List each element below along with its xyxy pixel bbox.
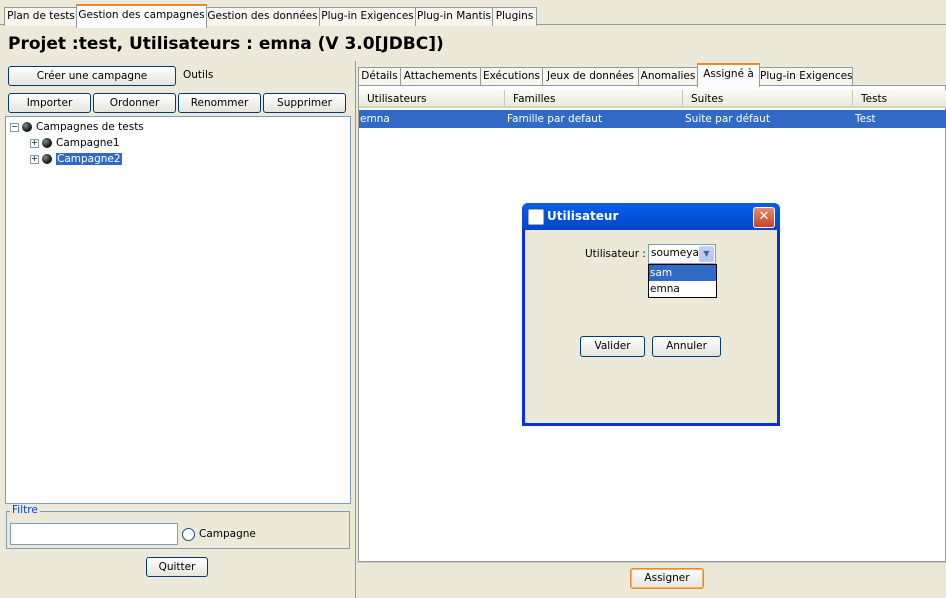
page-title: Projet :test, Utilisateurs : emna (V 3.0…	[8, 34, 444, 54]
create-campaign-button[interactable]: Créer une campagne	[8, 66, 176, 86]
quit-button[interactable]: Quitter	[146, 557, 208, 577]
tree-item-label: Campagne2	[56, 153, 122, 165]
tab-gestion-des-donnees[interactable]: Gestion des données	[205, 7, 320, 26]
tab-details[interactable]: Détails	[358, 67, 401, 86]
dialog-title: Utilisateur	[547, 209, 619, 223]
tree-root[interactable]: − Campagnes de tests	[10, 120, 144, 134]
column-header-tests[interactable]: Tests	[853, 90, 946, 108]
cell-suite: Suite par défaut	[685, 113, 770, 125]
validate-button[interactable]: Valider	[580, 336, 645, 357]
user-select[interactable]: soumeya ▼	[648, 244, 716, 264]
tab-plugins[interactable]: Plugins	[492, 7, 537, 26]
campaign-radio[interactable]	[182, 528, 195, 541]
dropdown-option[interactable]: sam	[649, 265, 716, 281]
filter-input[interactable]	[10, 523, 178, 545]
tab-attachements[interactable]: Attachements	[400, 67, 481, 86]
tree-root-label: Campagnes de tests	[36, 121, 144, 133]
import-button[interactable]: Importer	[8, 93, 91, 113]
column-header-familles[interactable]: Familles	[505, 90, 683, 108]
tree-item-label: Campagne1	[56, 137, 120, 149]
tab-anomalies[interactable]: Anomalies	[638, 67, 698, 86]
cell-test: Test	[855, 113, 876, 125]
user-dropdown-list: sam emna	[648, 264, 717, 298]
expand-icon[interactable]: +	[30, 154, 39, 164]
tab-plugin-mantis[interactable]: Plug-in Mantis	[415, 7, 493, 26]
order-button[interactable]: Ordonner	[93, 93, 176, 113]
campaign-icon	[42, 138, 52, 148]
chevron-down-icon[interactable]: ▼	[699, 246, 714, 262]
cell-famille: Famille par defaut	[507, 113, 603, 125]
expand-icon[interactable]: +	[30, 138, 39, 148]
cancel-button[interactable]: Annuler	[652, 336, 721, 357]
rename-button[interactable]: Renommer	[178, 93, 261, 113]
main-tab-bar: Plan de tests Gestion des campagnes Gest…	[0, 0, 946, 28]
dropdown-option[interactable]: emna	[649, 281, 716, 297]
filter-legend: Filtre	[10, 504, 40, 516]
campaign-tree[interactable]: − Campagnes de tests + Campagne1 + Campagne…	[5, 116, 351, 504]
tab-plugin-exigences[interactable]: Plug-in Exigences	[319, 7, 416, 26]
cell-utilisateur: emna	[360, 113, 390, 125]
column-header-utilisateurs[interactable]: Utilisateurs	[359, 90, 505, 108]
java-cup-icon	[528, 209, 544, 225]
tab-jeux-de-donnees[interactable]: Jeux de données	[542, 67, 639, 86]
user-dialog: Utilisateur ✕ Utilisateur : soumeya ▼ sa…	[522, 203, 780, 426]
delete-button[interactable]: Supprimer	[263, 93, 346, 113]
tab-plan-de-tests[interactable]: Plan de tests	[4, 7, 78, 26]
column-header-suites[interactable]: Suites	[683, 90, 853, 108]
dialog-title-bar[interactable]: Utilisateur ✕	[522, 203, 780, 230]
campaign-folder-icon	[22, 122, 32, 132]
tab-gestion-des-campagnes[interactable]: Gestion des campagnes	[76, 4, 207, 28]
tree-item-campagne1[interactable]: + Campagne1	[30, 136, 120, 150]
campaign-radio-label: Campagne	[199, 528, 256, 540]
table-header: Utilisateurs Familles Suites Tests	[359, 90, 946, 108]
tab-assigne-a[interactable]: Assigné à	[697, 63, 760, 87]
tab-executions[interactable]: Exécutions	[480, 67, 543, 86]
tools-label: Outils	[183, 69, 214, 81]
campaign-icon	[42, 154, 52, 164]
user-field-label: Utilisateur :	[585, 248, 646, 260]
tree-item-campagne2[interactable]: + Campagne2	[30, 152, 122, 166]
table-row[interactable]: emna Famille par defaut Suite par défaut…	[359, 110, 946, 128]
assign-button[interactable]: Assigner	[630, 568, 704, 589]
collapse-icon[interactable]: −	[10, 122, 19, 132]
user-select-value: soumeya	[651, 247, 699, 259]
tab-plugin-exigences-right[interactable]: Plug-in Exigences	[759, 67, 853, 86]
close-icon[interactable]: ✕	[753, 207, 775, 228]
